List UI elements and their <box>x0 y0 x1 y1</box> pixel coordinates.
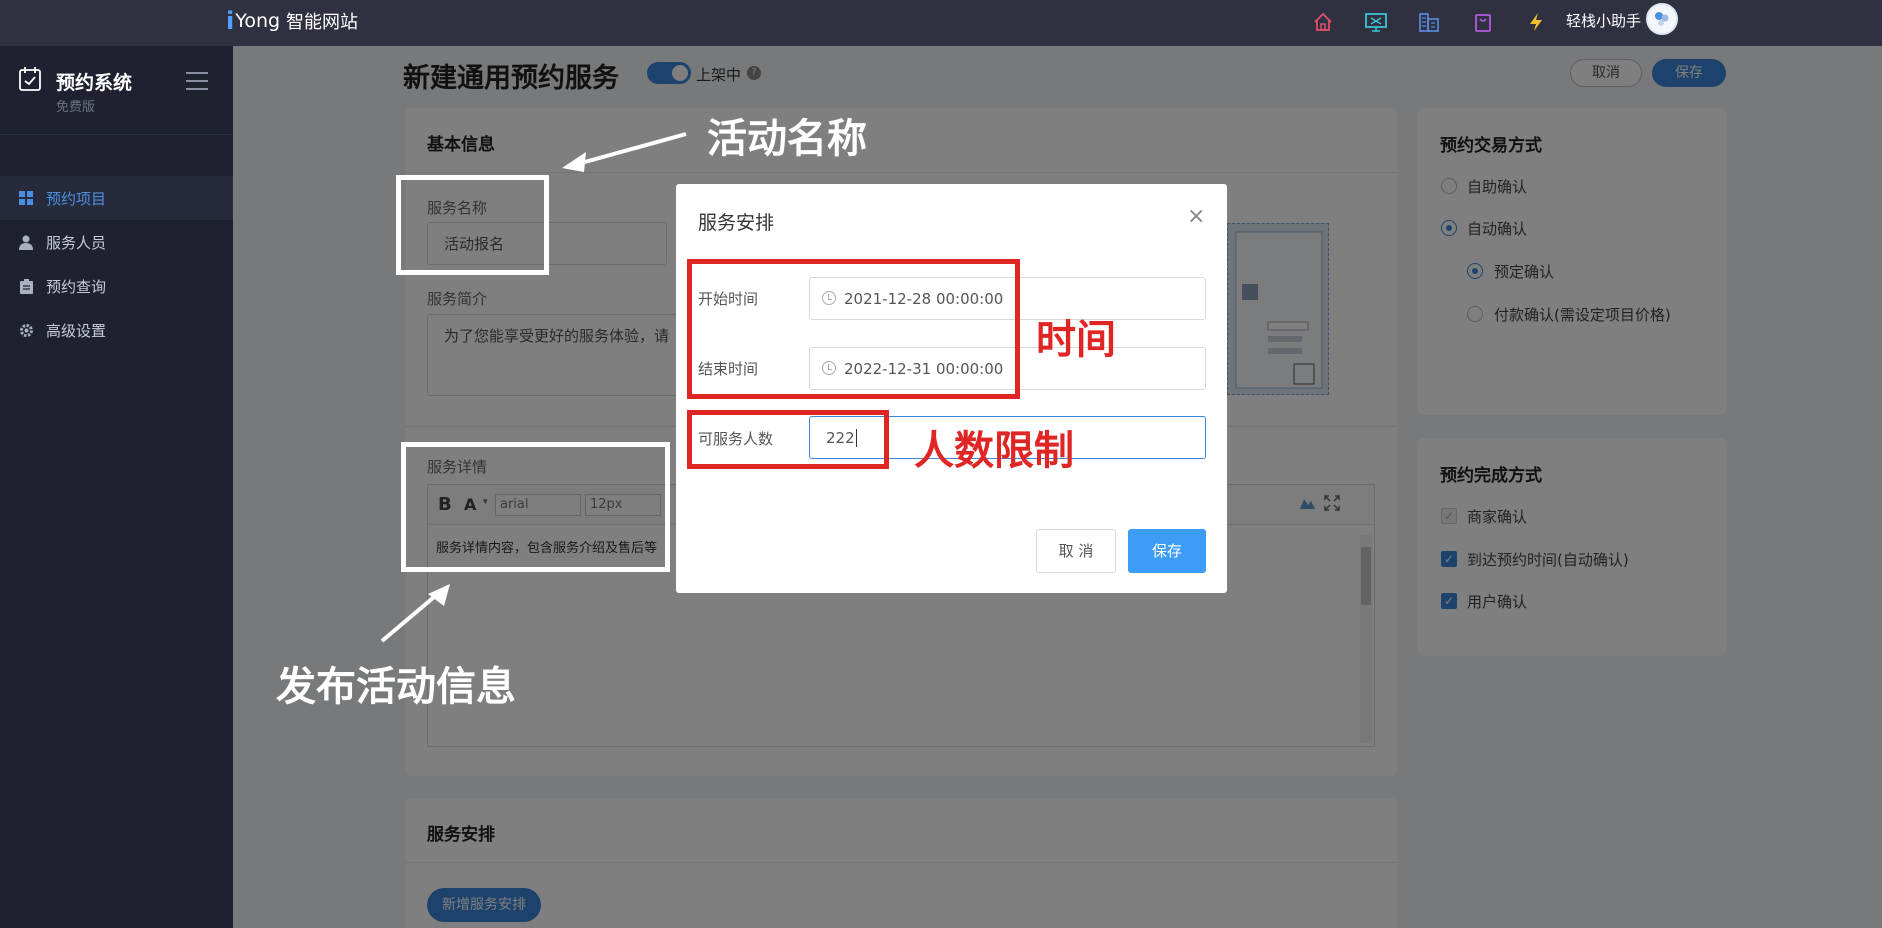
sidebar-header: 预约系统 免费版 <box>0 46 233 135</box>
dialog-title: 服务安排 <box>698 212 775 234</box>
annotation-box-activity-name <box>396 175 549 275</box>
sidebar-item-label: 高级设置 <box>46 321 107 340</box>
close-icon[interactable]: × <box>1187 204 1205 229</box>
sidebar-item-advanced-settings[interactable]: 高级设置 <box>0 308 233 352</box>
site-logo[interactable]: i Yong 智能网站 <box>226 7 358 35</box>
building-icon[interactable] <box>1415 8 1443 36</box>
sidebar-item-label: 服务人员 <box>46 233 107 252</box>
sidebar-item-label: 预约查询 <box>46 277 107 296</box>
bag-icon[interactable] <box>1469 8 1497 36</box>
dialog-save-button[interactable]: 保存 <box>1128 529 1206 573</box>
annotation-box-publish-info <box>401 442 670 572</box>
grid-icon <box>18 190 34 206</box>
logo-cn-text: 智能网站 <box>286 12 359 33</box>
home-icon[interactable] <box>1309 8 1337 36</box>
dialog-cancel-button[interactable]: 取 消 <box>1036 529 1116 573</box>
sidebar-item-booking-query[interactable]: 预约查询 <box>0 264 233 308</box>
clipboard-icon <box>18 278 34 294</box>
annotation-time: 时间 <box>1036 317 1116 363</box>
sidebar-subtitle: 免费版 <box>56 100 96 115</box>
sidebar-item-booking-projects[interactable]: 预约项目 <box>0 176 233 220</box>
sidebar-title: 预约系统 <box>56 72 133 94</box>
monitor-icon[interactable] <box>1362 8 1390 36</box>
logo-text: Yong <box>235 10 281 32</box>
calendar-icon <box>18 66 42 92</box>
user-name[interactable]: 轻栈小助手 <box>1566 10 1641 31</box>
top-bar: i Yong 智能网站 轻栈小助手 <box>0 0 1882 46</box>
sidebar-item-staff[interactable]: 服务人员 <box>0 220 233 264</box>
gear-icon <box>18 322 34 338</box>
annotation-box-time <box>687 259 1020 399</box>
person-icon <box>18 234 34 250</box>
lightning-icon[interactable] <box>1522 8 1550 36</box>
annotation-box-people-limit <box>687 410 889 469</box>
annotation-activity-name: 活动名称 <box>707 116 867 162</box>
sidebar: 预约系统 免费版 预约项目 服务人员 预约查询 高级设置 <box>0 46 233 928</box>
annotation-people-limit: 人数限制 <box>914 428 1074 474</box>
annotation-publish-info: 发布活动信息 <box>276 664 516 710</box>
menu-toggle-icon[interactable] <box>186 72 208 90</box>
avatar[interactable] <box>1646 3 1678 35</box>
logo-mark: i <box>226 7 235 35</box>
sidebar-item-label: 预约项目 <box>46 189 107 208</box>
